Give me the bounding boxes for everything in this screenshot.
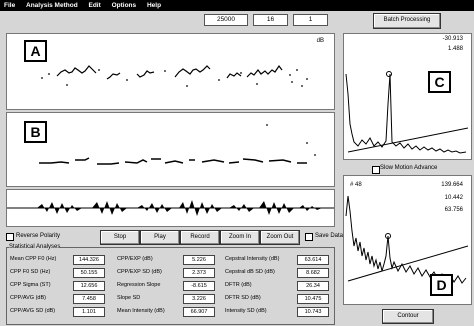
stat-label: Mean CPP F0 (Hz) bbox=[10, 256, 57, 262]
stat-value: 2.373 bbox=[183, 268, 215, 278]
stat-label: CPP Sigma (ST) bbox=[10, 282, 51, 288]
waveform-plot bbox=[7, 200, 334, 216]
stat-label: CPP/EXP (dB) bbox=[117, 256, 153, 262]
play-button[interactable]: Play bbox=[140, 230, 180, 245]
stat-label: Intensity SD (dB) bbox=[225, 308, 267, 314]
stat-label: Mean Intensity (dB) bbox=[117, 308, 165, 314]
stat-value: 66.907 bbox=[183, 307, 215, 317]
save-data-label: Save Data bbox=[315, 233, 344, 239]
stat-label: DFTR (dB) bbox=[225, 282, 252, 288]
menu-file[interactable]: File bbox=[4, 2, 15, 9]
stat-value: 63.614 bbox=[297, 255, 329, 265]
zoom-in-button[interactable]: Zoom In bbox=[220, 230, 260, 245]
panel-d-letter: D bbox=[430, 274, 453, 296]
panel-a-letter: A bbox=[24, 40, 47, 62]
stat-value: 26.34 bbox=[297, 281, 329, 291]
f0-contour-plot bbox=[32, 124, 316, 165]
contour-button[interactable]: Contour bbox=[382, 309, 434, 324]
menu-help[interactable]: Help bbox=[147, 2, 161, 9]
bit-depth-field[interactable]: 16 bbox=[253, 14, 288, 26]
panel-d-value-3: 63.756 bbox=[444, 207, 463, 213]
cepstrum-plot bbox=[345, 71, 469, 154]
channels-field[interactable]: 1 bbox=[293, 14, 328, 26]
stat-label: CPP/AVG SD (dB) bbox=[10, 308, 56, 314]
slow-motion-checkbox[interactable] bbox=[372, 166, 380, 174]
stat-label: Slope SD bbox=[117, 295, 141, 301]
panel-c-value-1: -30.913 bbox=[442, 36, 463, 42]
panel-a-unit: dB bbox=[316, 38, 324, 44]
stat-value: 10.475 bbox=[297, 294, 329, 304]
stop-button[interactable]: Stop bbox=[100, 230, 140, 245]
stat-value: -8.615 bbox=[183, 281, 215, 291]
stat-label: CPP F0 SD (Hz) bbox=[10, 269, 51, 275]
panel-b-letter: B bbox=[24, 121, 47, 143]
reverse-polarity-label: Reverse Polarity bbox=[16, 233, 61, 239]
statistical-analyses-group: Statistical Analyses Mean CPP F0 (Hz) 14… bbox=[6, 244, 335, 325]
stat-value: 5.226 bbox=[183, 255, 215, 265]
stat-value: 144.326 bbox=[73, 255, 105, 265]
panel-d-value-1: 139.664 bbox=[441, 182, 463, 188]
menu-options[interactable]: Options bbox=[112, 2, 137, 9]
panel-d-frame-number: # 48 bbox=[350, 182, 362, 188]
panel-b-f0-contour bbox=[6, 112, 335, 187]
record-button[interactable]: Record bbox=[180, 230, 220, 245]
stats-title: Statistical Analyses bbox=[9, 244, 61, 250]
zoom-out-button[interactable]: Zoom Out bbox=[260, 230, 300, 245]
save-data-checkbox[interactable] bbox=[305, 233, 313, 241]
panel-c-value-2: 1.488 bbox=[447, 46, 463, 52]
panel-a-cpp-contour: dB bbox=[6, 33, 335, 110]
sample-rate-field[interactable]: 25000 bbox=[204, 14, 248, 26]
stat-value: 3.226 bbox=[183, 294, 215, 304]
waveform-panel bbox=[6, 189, 335, 227]
menu-bar: File Analysis Method Edit Options Help bbox=[0, 0, 474, 11]
stat-value: 7.458 bbox=[73, 294, 105, 304]
stat-value: 50.155 bbox=[73, 268, 105, 278]
stat-value: 8.682 bbox=[297, 268, 329, 278]
cpp-contour-plot bbox=[41, 64, 308, 87]
stat-label: Regression Slope bbox=[117, 282, 161, 288]
panel-d-value-2: 10.442 bbox=[444, 195, 463, 201]
slow-motion-label: Slow Motion Advance bbox=[380, 165, 438, 171]
stat-value: 1.101 bbox=[73, 307, 105, 317]
stat-value: 10.743 bbox=[297, 307, 329, 317]
reverse-polarity-checkbox[interactable] bbox=[6, 233, 14, 241]
stat-label: CPP/AVG (dB) bbox=[10, 295, 46, 301]
stat-label: CPP/EXP SD (dB) bbox=[117, 269, 162, 275]
panel-c-cepstrum: -30.913 1.488 bbox=[343, 33, 472, 160]
stat-label: DFTR SD (dB) bbox=[225, 295, 261, 301]
menu-edit[interactable]: Edit bbox=[88, 2, 100, 9]
menu-analysis-method[interactable]: Analysis Method bbox=[26, 2, 78, 9]
panel-c-letter: C bbox=[428, 71, 451, 93]
stat-label: Cepstral Intensity (dB) bbox=[225, 256, 280, 262]
batch-processing-button[interactable]: Batch Processing bbox=[373, 13, 441, 29]
stat-label: Cepstral dB SD (dB) bbox=[225, 269, 275, 275]
stat-value: 12.656 bbox=[73, 281, 105, 291]
